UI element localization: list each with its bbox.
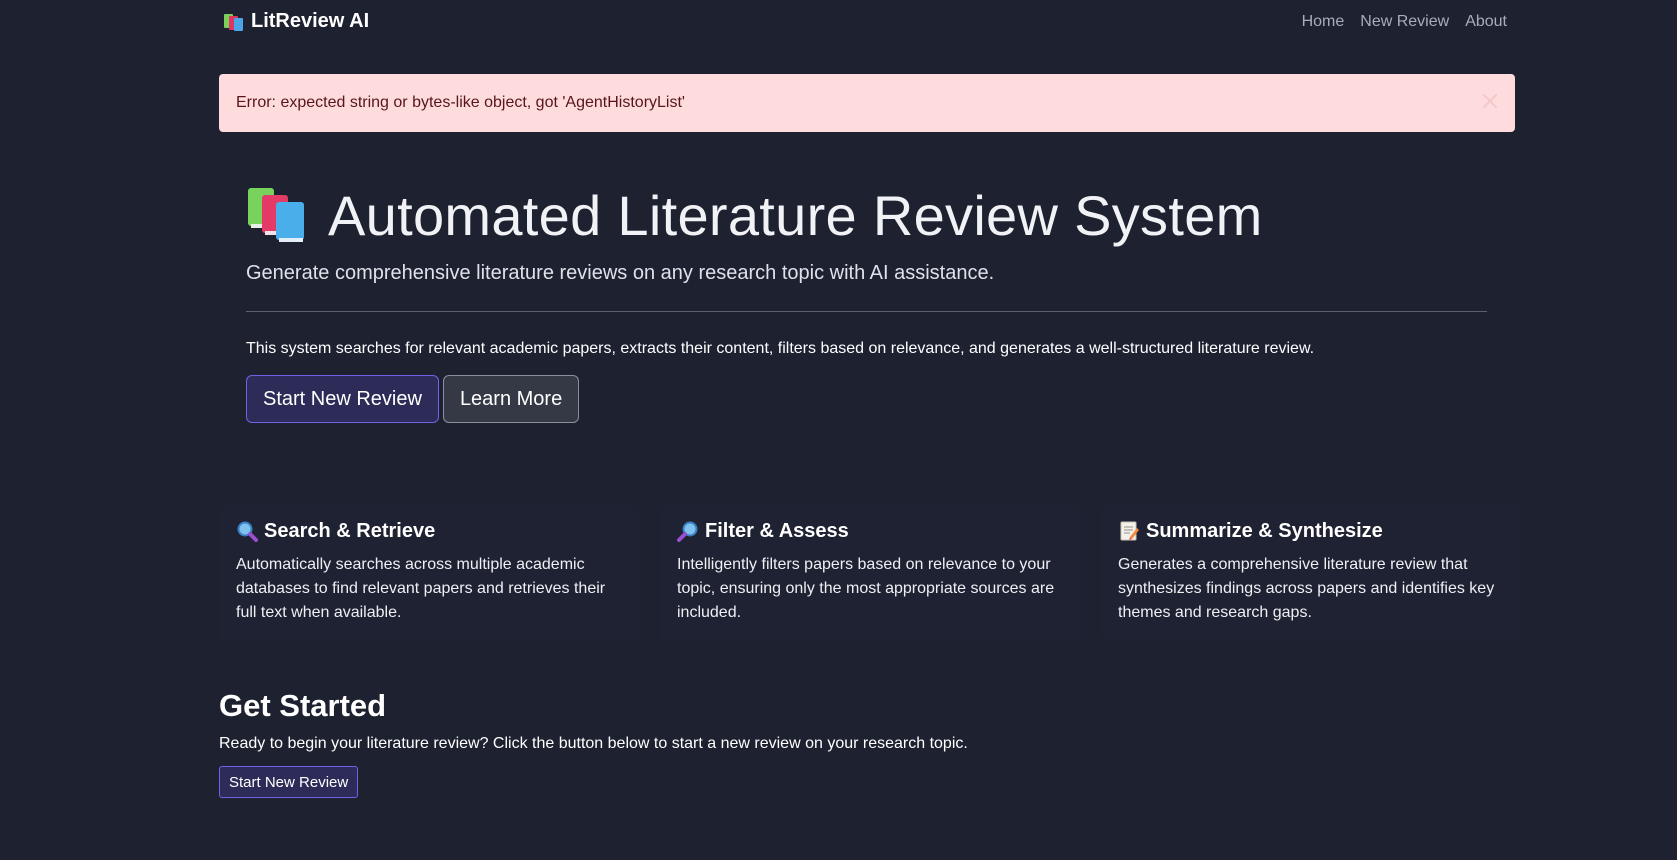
memo-icon bbox=[1118, 520, 1140, 542]
feature-description: Automatically searches across multiple a… bbox=[236, 556, 606, 621]
feature-description: Generates a comprehensive literature rev… bbox=[1118, 556, 1495, 621]
nav-link-home[interactable]: Home bbox=[1302, 13, 1345, 31]
feature-card-filter: Filter & Assess Intelligently filters pa… bbox=[660, 505, 1079, 641]
nav-link-about[interactable]: About bbox=[1465, 13, 1507, 31]
feature-title-text: Summarize & Synthesize bbox=[1146, 519, 1383, 542]
nav-link-new-review[interactable]: New Review bbox=[1360, 13, 1449, 31]
learn-more-button[interactable]: Learn More bbox=[442, 375, 580, 423]
error-alert: Error: expected string or bytes-like obj… bbox=[219, 74, 1515, 132]
hero-lead: Generate comprehensive literature review… bbox=[246, 262, 995, 284]
start-new-review-button[interactable]: Start New Review bbox=[246, 375, 439, 423]
feature-card-search: Search & Retrieve Automatically searches… bbox=[219, 505, 638, 641]
start-new-review-button-secondary[interactable]: Start New Review bbox=[219, 766, 359, 798]
magnifying-glass-left-icon bbox=[236, 520, 258, 542]
magnifying-glass-right-icon bbox=[677, 520, 699, 542]
feature-title-text: Search & Retrieve bbox=[264, 519, 436, 542]
page-container: LitReview AI Home New Review About Error… bbox=[219, 0, 1520, 798]
page-title-text: Automated Literature Review System bbox=[328, 183, 1263, 247]
hero-section: Automated Literature Review System Gener… bbox=[246, 180, 1487, 423]
features-section: Search & Retrieve Automatically searches… bbox=[219, 505, 1520, 641]
divider bbox=[246, 311, 1487, 312]
feature-title: Summarize & Synthesize bbox=[1118, 518, 1504, 544]
feature-title: Search & Retrieve bbox=[236, 518, 622, 544]
feature-title: Filter & Assess bbox=[677, 518, 1063, 544]
brand-name: LitReview AI bbox=[251, 10, 370, 32]
books-icon bbox=[223, 12, 245, 32]
close-icon[interactable] bbox=[1479, 90, 1501, 112]
nav-links: Home New Review About bbox=[1302, 13, 1507, 31]
hero-buttons: Start New Review Learn More bbox=[246, 375, 1487, 423]
get-started-text: Ready to begin your literature review? C… bbox=[219, 735, 968, 752]
page-title: Automated Literature Review System bbox=[246, 180, 1487, 250]
feature-description: Intelligently filters papers based on re… bbox=[677, 556, 1055, 621]
hero-description: This system searches for relevant academ… bbox=[246, 340, 1315, 357]
navbar: LitReview AI Home New Review About bbox=[219, 0, 1515, 46]
error-message: Error: expected string or bytes-like obj… bbox=[236, 94, 685, 111]
brand-logo[interactable]: LitReview AI bbox=[223, 10, 369, 33]
get-started-title: Get Started bbox=[219, 688, 387, 723]
get-started-section: Get Started Ready to begin your literatu… bbox=[219, 688, 968, 798]
feature-title-text: Filter & Assess bbox=[705, 519, 849, 542]
books-icon bbox=[246, 186, 308, 244]
feature-card-summarize: Summarize & Synthesize Generates a compr… bbox=[1101, 505, 1520, 641]
